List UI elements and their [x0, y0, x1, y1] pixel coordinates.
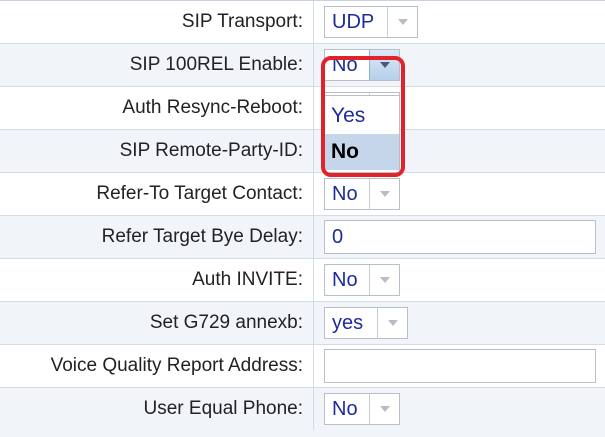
row-sip-100rel-enable: SIP 100REL Enable: No: [0, 44, 605, 87]
row-divider: [313, 1, 314, 43]
sip-100rel-enable-select[interactable]: No: [324, 49, 400, 81]
sip-transport-arrow[interactable]: [387, 7, 417, 37]
set-g729-annexb-select[interactable]: yes: [324, 307, 408, 339]
row-set-g729-annexb: Set G729 annexb: yes: [0, 302, 605, 345]
row-user-equal-phone: User Equal Phone: No: [0, 388, 605, 437]
label-sip-transport: SIP Transport:: [181, 11, 303, 32]
refer-to-target-contact-arrow[interactable]: [369, 179, 399, 209]
chevron-down-icon: [380, 277, 390, 283]
label-refer-to-target-contact: Refer-To Target Contact:: [96, 183, 303, 204]
row-divider: [313, 216, 314, 258]
row-divider: [313, 173, 314, 215]
voice-quality-report-address-input[interactable]: [324, 349, 596, 383]
row-voice-quality-report-address: Voice Quality Report Address:: [0, 345, 605, 388]
label-user-equal-phone: User Equal Phone:: [143, 398, 304, 419]
row-auth-invite: Auth INVITE: No: [0, 259, 605, 302]
refer-target-bye-delay-value: 0: [332, 226, 344, 248]
refer-to-target-contact-value: No: [332, 183, 358, 205]
chevron-down-icon: [380, 191, 390, 197]
label-auth-invite: Auth INVITE:: [192, 269, 303, 290]
label-sip-remote-party-id: SIP Remote-Party-ID:: [119, 140, 303, 161]
row-divider: [313, 388, 314, 430]
label-sip-100rel-enable: SIP 100REL Enable:: [129, 54, 303, 75]
refer-target-bye-delay-input[interactable]: 0: [324, 220, 596, 254]
chevron-down-icon: [380, 62, 390, 68]
user-equal-phone-value: No: [332, 398, 358, 420]
row-divider: [313, 259, 314, 301]
label-auth-resync-reboot: Auth Resync-Reboot:: [122, 97, 303, 118]
row-divider: [313, 345, 314, 387]
label-set-g729-annexb: Set G729 annexb:: [149, 312, 303, 333]
row-sip-remote-party-id: SIP Remote-Party-ID:: [0, 130, 605, 173]
sip-transport-select[interactable]: UDP: [324, 6, 418, 38]
row-refer-to-target-contact: Refer-To Target Contact: No: [0, 173, 605, 216]
user-equal-phone-select[interactable]: No: [324, 393, 400, 425]
sip-transport-value: UDP: [332, 11, 375, 33]
chevron-down-icon: [398, 19, 408, 25]
auth-invite-arrow[interactable]: [369, 265, 399, 295]
row-divider: [313, 44, 314, 86]
label-voice-quality-report-address: Voice Quality Report Address:: [50, 355, 303, 376]
set-g729-annexb-arrow[interactable]: [377, 308, 407, 338]
chevron-down-icon: [380, 406, 390, 412]
set-g729-annexb-value: yes: [332, 312, 364, 334]
refer-to-target-contact-select[interactable]: No: [324, 178, 400, 210]
dropdown-option-yes[interactable]: Yes: [325, 98, 399, 134]
dropdown-option-no[interactable]: No: [325, 134, 399, 170]
label-refer-target-bye-delay: Refer Target Bye Delay:: [101, 226, 303, 247]
sip-settings-form: SIP Transport: UDP SIP 100REL Enable: No…: [0, 0, 605, 437]
auth-invite-select[interactable]: No: [324, 264, 400, 296]
row-divider: [313, 302, 314, 344]
sip-100rel-enable-arrow[interactable]: [369, 50, 399, 80]
row-auth-resync-reboot: Auth Resync-Reboot:: [0, 87, 605, 130]
sip-100rel-enable-value: No: [332, 54, 358, 76]
row-divider: [313, 87, 314, 129]
row-divider: [313, 130, 314, 172]
user-equal-phone-arrow[interactable]: [369, 394, 399, 424]
sip-100rel-enable-dropdown-list: Yes No: [324, 95, 400, 173]
row-sip-transport: SIP Transport: UDP: [0, 1, 605, 44]
auth-invite-value: No: [332, 269, 358, 291]
chevron-down-icon: [388, 320, 398, 326]
row-refer-target-bye-delay: Refer Target Bye Delay: 0: [0, 216, 605, 259]
